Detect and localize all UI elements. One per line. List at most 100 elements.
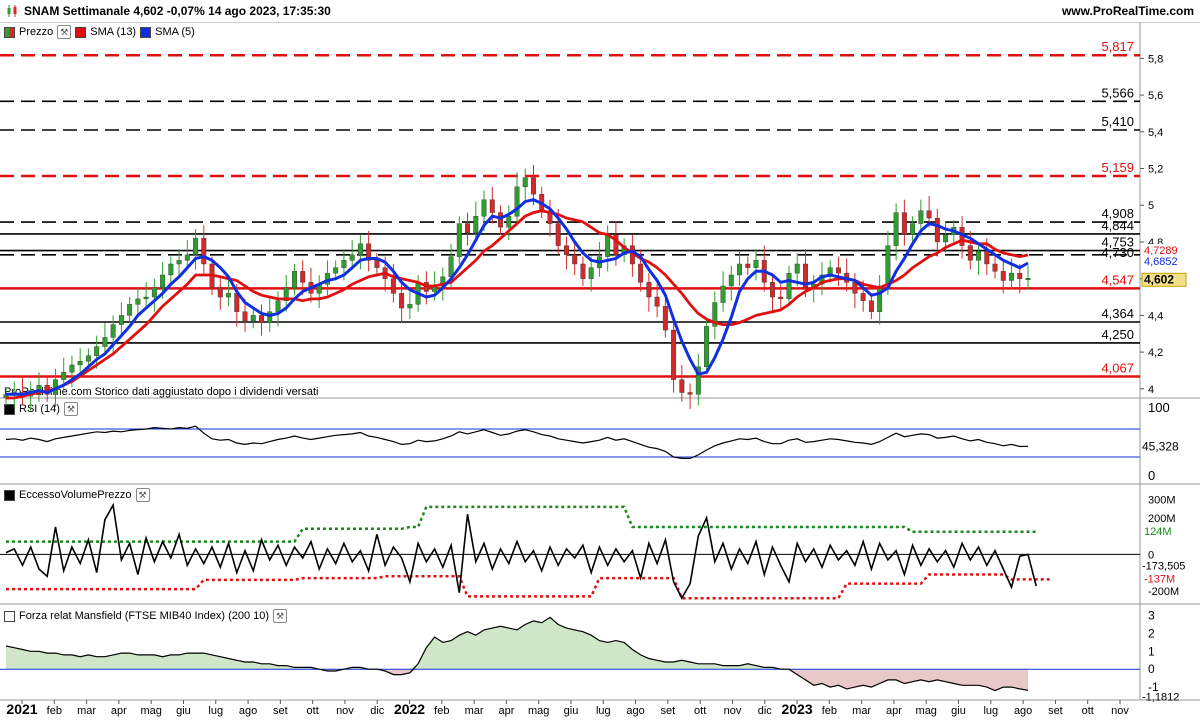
candle-body xyxy=(432,285,438,292)
volume-axis-tick-label: 200M xyxy=(1148,513,1176,525)
level-label: 5,410 xyxy=(1101,114,1134,129)
candle-body xyxy=(127,304,133,316)
candle-body xyxy=(366,243,372,261)
mansfield-axis-tick-label: 1 xyxy=(1148,644,1155,658)
mansfield-negative-area xyxy=(6,669,1028,691)
wrench-icon[interactable]: ⚒ xyxy=(273,609,288,623)
site-link[interactable]: www.ProRealTime.com xyxy=(1062,4,1194,18)
candle-body xyxy=(761,260,767,283)
level-label: 4,908 xyxy=(1101,206,1134,221)
candle-body xyxy=(992,263,998,272)
x-axis-label: lug xyxy=(983,705,998,717)
candle-body xyxy=(803,263,808,289)
title-bar: SNAM Settimanale 4,602 -0,07% 14 ago 202… xyxy=(0,0,1200,23)
rsi-axis-tick-label: 100 xyxy=(1148,400,1170,415)
mansfield-legend[interactable]: Forza relat Mansfield (FTSE MIB40 Index)… xyxy=(4,609,288,623)
candle-body xyxy=(440,276,446,287)
candle-body xyxy=(390,278,396,294)
mansfield-swatch-icon xyxy=(4,610,15,622)
volume-swatch-icon xyxy=(4,489,15,501)
candle-body xyxy=(654,296,660,307)
volume-lower-band xyxy=(6,573,1053,600)
candle-body xyxy=(605,234,611,257)
level-label: 4,250 xyxy=(1101,327,1134,342)
sma5-swatch-icon xyxy=(140,26,152,38)
candle-body xyxy=(786,272,792,300)
candle-body xyxy=(184,254,190,261)
candle-body xyxy=(160,274,166,289)
candle-body xyxy=(168,263,174,276)
mansfield-axis-tick-label: 2 xyxy=(1148,626,1155,640)
candle-body xyxy=(1017,272,1023,279)
mansfield-legend-label: Forza relat Mansfield (FTSE MIB40 Index)… xyxy=(19,610,270,622)
candle-body xyxy=(827,267,833,276)
volume-legend[interactable]: EccessoVolumePrezzo ⚒ xyxy=(4,488,150,502)
candle-body xyxy=(201,238,207,265)
sma13-swatch-icon xyxy=(75,26,87,38)
candle-body xyxy=(324,272,330,285)
candle-body xyxy=(1025,278,1031,280)
candle-body xyxy=(712,302,718,327)
price-axis-tick-label: 5,8 xyxy=(1148,53,1163,65)
candle-body xyxy=(399,293,405,309)
level-label: 4,753 xyxy=(1101,235,1134,250)
price-axis-tick-label: 4,6 xyxy=(1148,274,1163,286)
wrench-icon[interactable]: ⚒ xyxy=(63,402,78,416)
candle-body xyxy=(242,311,248,322)
candle-body xyxy=(448,256,454,278)
level-label: 5,566 xyxy=(1101,85,1134,100)
candle-body xyxy=(753,260,759,268)
candle-body xyxy=(110,324,116,338)
candle-body xyxy=(357,243,363,256)
volume-axis-tick-label: 0 xyxy=(1148,549,1154,561)
price-legend[interactable]: Prezzo ⚒ SMA (13) SMA (5) xyxy=(4,25,195,39)
volume-legend-label: EccessoVolumePrezzo xyxy=(19,489,132,501)
x-axis-label: set xyxy=(273,705,288,717)
candle-body xyxy=(563,245,569,256)
candle-body xyxy=(893,212,899,246)
candle-body xyxy=(976,250,982,261)
price-axis-tick-label: 5,6 xyxy=(1148,90,1163,102)
candle-body xyxy=(695,366,701,395)
price-axis-tick-label: 5 xyxy=(1148,200,1154,212)
candle-body xyxy=(943,234,949,243)
candle-body xyxy=(745,263,751,268)
candle-body xyxy=(473,216,479,233)
candle-body xyxy=(1009,272,1014,281)
candle-body xyxy=(250,315,256,322)
candle-body xyxy=(514,186,520,217)
volume-upper-tag xyxy=(1142,524,1176,537)
candle-body xyxy=(860,293,866,301)
rsi-line xyxy=(5,425,1029,459)
candle-body xyxy=(193,238,199,255)
wrench-icon[interactable]: ⚒ xyxy=(57,25,72,39)
x-axis-label: nov xyxy=(336,705,354,717)
candle-body xyxy=(572,254,578,265)
mansfield-axis-tick-label: -1 xyxy=(1148,680,1159,694)
candle-body xyxy=(94,346,100,356)
candle-body xyxy=(143,296,149,300)
candle-body xyxy=(555,223,561,246)
candle-body xyxy=(382,267,388,279)
x-axis-label: nov xyxy=(724,705,742,717)
rsi-legend[interactable]: RSI (14) ⚒ xyxy=(4,402,78,416)
volume-upper-label: 124M xyxy=(1144,526,1172,538)
candle-body xyxy=(423,282,429,292)
candle-body xyxy=(588,267,594,279)
x-axis-label: feb xyxy=(822,705,837,717)
x-axis-label: mar xyxy=(852,705,871,717)
candle-body xyxy=(85,355,91,362)
candle-body xyxy=(737,263,742,276)
candle-body xyxy=(951,227,957,235)
wrench-icon[interactable]: ⚒ xyxy=(135,488,150,502)
candle-body xyxy=(918,210,924,224)
mansfield-positive-area xyxy=(6,617,1028,670)
candle-body xyxy=(275,300,281,312)
volume-upper-band xyxy=(6,505,1037,543)
candle-body xyxy=(489,199,495,213)
watermark: ProRealTime.com Storico dati aggiustato … xyxy=(4,386,319,398)
price-axis-tick-label: 4,4 xyxy=(1148,310,1163,322)
candle-body xyxy=(77,361,83,366)
last-value-label: 4,602 xyxy=(1144,272,1174,286)
x-axis-label: 2021 xyxy=(6,701,37,717)
